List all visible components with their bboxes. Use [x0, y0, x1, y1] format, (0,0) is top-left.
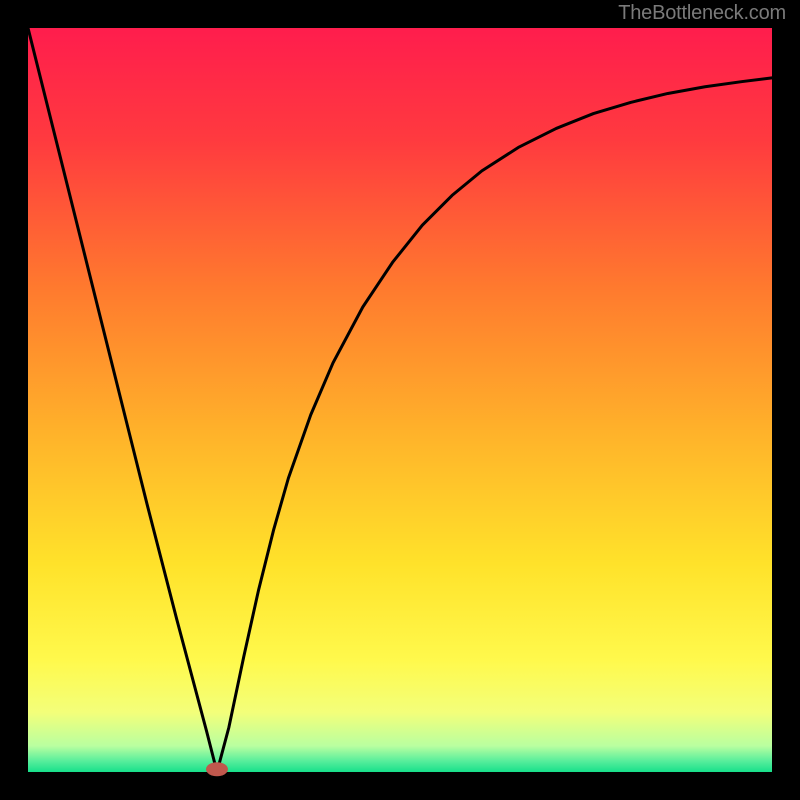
bottleneck-chart: [0, 0, 800, 800]
plot-area: [28, 28, 772, 772]
chart-container: TheBottleneck.com: [0, 0, 800, 800]
watermark-text: TheBottleneck.com: [618, 2, 786, 25]
minimum-marker: [206, 762, 228, 776]
